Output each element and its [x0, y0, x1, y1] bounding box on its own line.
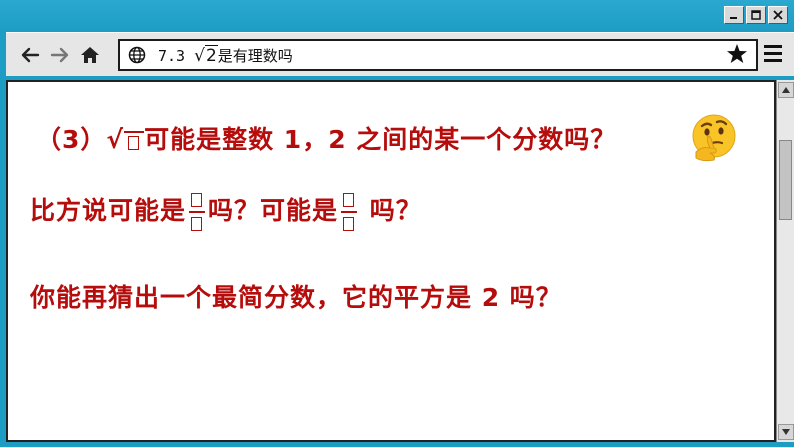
question-line-2-part-a: 比方说可能是 [30, 196, 187, 225]
chevron-up-icon [782, 87, 790, 93]
page-content: （3）√ 可能是整数 1，2 之间的某一个分数吗？ 比方说可能是 吗？可能是 吗？ … [6, 80, 776, 442]
forward-button[interactable] [48, 43, 72, 67]
scroll-up-button[interactable] [778, 82, 794, 98]
star-icon [727, 44, 747, 63]
globe-icon [128, 46, 146, 64]
browser-window: 7.3 √2是有理数吗 （3）√ 可能是整数 1，2 之间的某一个分数吗？ 比方说… [0, 0, 794, 447]
address-suffix: 是有理数吗 [217, 46, 293, 65]
fraction-placeholder-2 [340, 190, 358, 234]
question-line-1-text: 可能是整数 1，2 之间的某一个分数吗？ [144, 125, 617, 154]
menu-button[interactable] [764, 45, 782, 63]
home-icon [81, 47, 99, 63]
question-line-1: （3）√ 可能是整数 1，2 之间的某一个分数吗？ [36, 120, 616, 156]
address-radicand: 2 [204, 44, 218, 66]
scroll-down-button[interactable] [778, 424, 794, 440]
question-line-2: 比方说可能是 吗？可能是 吗？ [30, 190, 422, 234]
question-line-2-part-c: 吗？ [360, 196, 422, 225]
minimize-button[interactable] [724, 6, 744, 24]
thinking-face-icon [692, 114, 736, 162]
back-button[interactable] [18, 43, 42, 67]
arrow-right-icon [50, 47, 69, 63]
maximize-button[interactable] [746, 6, 766, 24]
radicand-placeholder [128, 136, 140, 150]
title-bar [0, 0, 794, 32]
close-button[interactable] [768, 6, 788, 24]
bookmark-button[interactable] [726, 43, 748, 71]
window-controls [724, 6, 788, 24]
question-number: （3） [36, 125, 107, 154]
question-line-2-part-b: 吗？可能是 [208, 196, 339, 225]
fraction-placeholder-1 [188, 190, 206, 234]
vertical-scrollbar[interactable] [776, 80, 794, 442]
sqrt-expression: √ [106, 125, 145, 154]
page-title-text: 7.3 √2是有理数吗 [158, 44, 293, 66]
sqrt-symbol: √2 [194, 44, 218, 66]
close-icon [773, 10, 783, 20]
question-line-3: 你能再猜出一个最简分数，它的平方是 2 吗？ [30, 283, 562, 312]
maximize-icon [751, 10, 761, 20]
scrollbar-thumb[interactable] [779, 140, 792, 220]
address-bar[interactable]: 7.3 √2是有理数吗 [118, 39, 758, 71]
minimize-icon [730, 17, 737, 19]
arrow-left-icon [21, 47, 40, 63]
hamburger-menu-icon [764, 45, 782, 62]
chevron-down-icon [782, 429, 790, 435]
address-prefix: 7.3 [158, 46, 195, 65]
browser-toolbar: 7.3 √2是有理数吗 [6, 32, 794, 76]
home-button[interactable] [78, 43, 102, 67]
